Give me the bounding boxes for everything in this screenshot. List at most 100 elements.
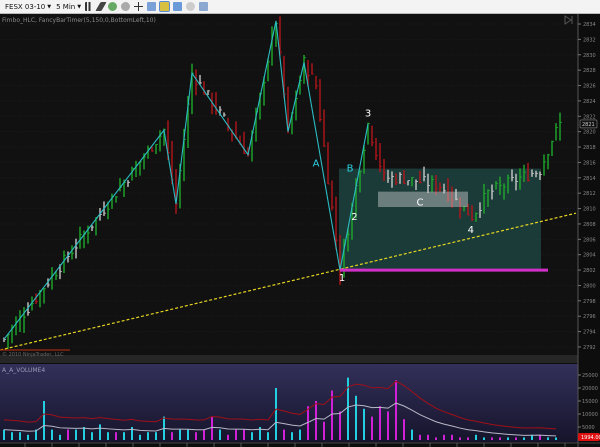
- volume-bar: [403, 419, 405, 440]
- volume-bar: [323, 421, 325, 440]
- annotation-label: 3: [365, 108, 371, 119]
- volume-bar: [371, 416, 373, 440]
- volume-bar: [499, 437, 501, 440]
- volume-bar: [387, 411, 389, 440]
- annotation-label: 4: [468, 225, 474, 236]
- volume-bar: [115, 432, 117, 440]
- price-tick-label: 2794: [583, 330, 596, 336]
- price-tick-label: 2808: [583, 222, 596, 228]
- interval-label: 5 Min: [56, 2, 76, 11]
- volume-tick-label: 15000: [582, 399, 598, 405]
- zoom-in-icon[interactable]: [108, 2, 118, 11]
- instrument-label: FESX 03-10: [5, 2, 46, 11]
- price-tick-label: 2792: [583, 345, 596, 351]
- volume-bar: [251, 432, 253, 440]
- volume-bar: [187, 429, 189, 440]
- volume-bar: [451, 434, 453, 440]
- annotation-label: B: [347, 164, 354, 175]
- volume-bar: [355, 395, 357, 440]
- interval-selector[interactable]: 5 Min ▼: [56, 3, 81, 11]
- price-tick-label: 2832: [583, 37, 596, 43]
- volume-bar: [171, 432, 173, 440]
- last-volume-label: 1994.00: [581, 435, 600, 441]
- indicator-label: Fimbo_HLC, FancyBarTimer(5,150,0,BottomL…: [2, 17, 156, 24]
- zoom-out-icon[interactable]: [121, 2, 131, 11]
- volume-bar: [75, 429, 77, 440]
- annotation-label: 2: [351, 212, 357, 223]
- price-tick-label: 2816: [583, 160, 596, 166]
- volume-bar: [3, 429, 5, 440]
- properties-icon[interactable]: [147, 2, 157, 11]
- price-tick-label: 2826: [583, 84, 596, 90]
- chart-toolbar: FESX 03-10 ▼ 5 Min ▼: [0, 0, 600, 14]
- price-tick-label: 2810: [583, 207, 596, 213]
- volume-bar: [547, 437, 549, 440]
- price-tick-label: 2812: [583, 191, 596, 197]
- indicator-icon[interactable]: [173, 2, 183, 11]
- strategy-icon[interactable]: [159, 1, 171, 12]
- panel-splitter: [0, 355, 578, 363]
- volume-bar: [483, 437, 485, 440]
- volume-bar: [283, 429, 285, 440]
- volume-bar: [203, 429, 205, 440]
- volume-bar: [459, 437, 461, 440]
- volume-bar: [67, 429, 69, 440]
- price-tick-label: 2806: [583, 237, 596, 243]
- volume-bar: [291, 432, 293, 440]
- price-tick-label: 2830: [583, 53, 596, 59]
- volume-bar: [19, 432, 21, 440]
- chart-trader-icon[interactable]: [199, 2, 209, 11]
- volume-bar: [275, 388, 277, 440]
- volume-bar: [363, 408, 365, 440]
- volume-bar: [107, 432, 109, 440]
- copyright-text: © 2010 NinjaTrader, LLC: [2, 352, 64, 358]
- volume-bar: [27, 434, 29, 440]
- volume-bar: [91, 432, 93, 440]
- volume-bar: [411, 429, 413, 440]
- price-tick-label: 2824: [583, 99, 596, 105]
- price-tick-label: 2800: [583, 283, 596, 289]
- volume-bar: [147, 432, 149, 440]
- drawing-tool-icon[interactable]: [95, 2, 107, 11]
- annotation-label: A: [313, 158, 320, 169]
- data-box-icon[interactable]: [186, 2, 196, 11]
- price-chart[interactable]: 2834 2832 2830 2828 2826 2824 2822 2820 2818 2816…: [0, 14, 600, 447]
- volume-tick-label: 25000: [582, 373, 598, 379]
- volume-bar: [507, 437, 509, 440]
- volume-bar: [315, 401, 317, 440]
- volume-bar: [155, 432, 157, 440]
- price-tick-label: 2822: [583, 114, 596, 120]
- annotation-label: 1: [339, 273, 345, 284]
- volume-panel-label: A_A_VOLUME4: [2, 367, 46, 374]
- price-tick-label: 2828: [583, 68, 596, 74]
- instrument-selector[interactable]: FESX 03-10 ▼: [5, 3, 51, 11]
- volume-bar: [475, 434, 477, 440]
- volume-bar: [123, 432, 125, 440]
- volume-bar: [243, 429, 245, 440]
- price-tick-label: 2796: [583, 314, 596, 320]
- volume-bar: [235, 429, 237, 440]
- volume-bar: [59, 434, 61, 440]
- volume-bar: [51, 429, 53, 440]
- price-tick-label: 2802: [583, 268, 596, 274]
- volume-bar: [435, 437, 437, 440]
- volume-bar: [299, 429, 301, 440]
- annotation-label: C: [417, 197, 424, 208]
- volume-bar: [427, 434, 429, 440]
- volume-bar: [267, 432, 269, 440]
- crosshair-icon[interactable]: [134, 2, 144, 11]
- volume-panel-bg: [0, 364, 578, 443]
- volume-tick-label: 10000: [582, 412, 598, 418]
- price-tick-label: 2798: [583, 299, 596, 305]
- volume-bar: [491, 437, 493, 440]
- volume-bar: [43, 401, 45, 440]
- volume-bar: [195, 432, 197, 440]
- volume-bar: [515, 437, 517, 440]
- volume-bar: [179, 429, 181, 440]
- bar-type-icon[interactable]: [85, 2, 95, 11]
- price-tick-label: 2804: [583, 253, 596, 259]
- volume-bar: [555, 437, 557, 440]
- volume-bar: [339, 411, 341, 440]
- price-tick-label: 2820: [583, 130, 596, 136]
- volume-bar: [419, 434, 421, 440]
